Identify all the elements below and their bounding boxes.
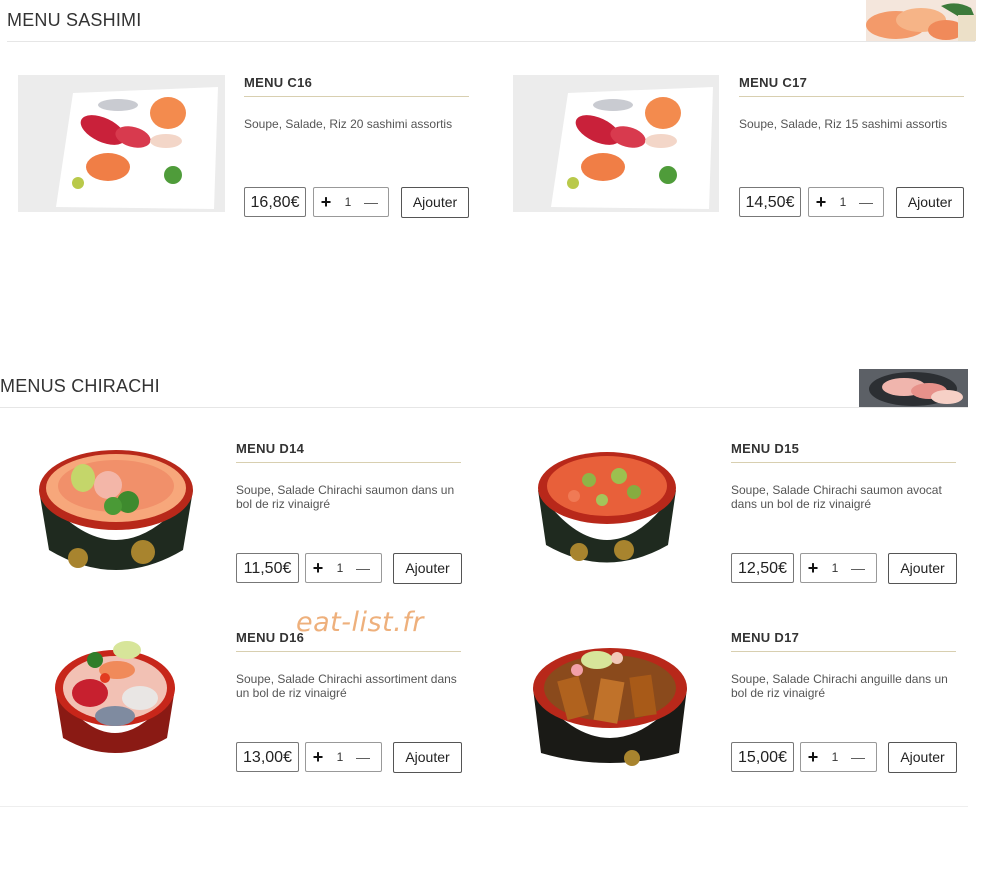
watermark: eat-list.fr: [296, 607, 424, 638]
quantity-stepper: + 1 —: [800, 553, 877, 583]
quantity-stepper: + 1 —: [305, 742, 382, 772]
plus-icon[interactable]: +: [314, 192, 338, 213]
product-name: MENU C16: [244, 75, 469, 97]
quantity-stepper: + 1 —: [800, 742, 877, 772]
add-to-cart-button[interactable]: Ajouter: [888, 553, 957, 584]
quantity-value[interactable]: 1: [330, 561, 350, 575]
product-price: 11,50€: [236, 553, 299, 583]
add-to-cart-button[interactable]: Ajouter: [896, 187, 964, 218]
minus-icon[interactable]: —: [853, 194, 879, 210]
product-image: [23, 440, 209, 580]
product-price: 16,80€: [244, 187, 306, 217]
quantity-value[interactable]: 1: [330, 750, 350, 764]
product-description: Soupe, Salade Chirachi saumon dans un bo…: [236, 483, 455, 511]
add-to-cart-button[interactable]: Ajouter: [888, 742, 957, 773]
section-banner-image: [859, 369, 968, 407]
product-name: MENU D17: [731, 630, 956, 652]
product-name: MENU D14: [236, 441, 461, 463]
plus-icon[interactable]: +: [801, 558, 825, 579]
add-to-cart-button[interactable]: Ajouter: [393, 553, 462, 584]
quantity-stepper: + 1 —: [808, 187, 884, 217]
plus-icon[interactable]: +: [809, 192, 833, 213]
quantity-value[interactable]: 1: [825, 561, 845, 575]
add-to-cart-button[interactable]: Ajouter: [393, 742, 462, 773]
product-description: Soupe, Salade Chirachi saumon avocat dan…: [731, 483, 942, 511]
section-divider: [7, 41, 975, 42]
product-description: Soupe, Salade Chirachi assortiment dans …: [236, 672, 457, 700]
section-title-chirachi: MENUS CHIRACHI: [0, 376, 160, 396]
product-name: MENU C17: [739, 75, 964, 97]
quantity-value[interactable]: 1: [833, 195, 853, 209]
minus-icon[interactable]: —: [350, 560, 376, 576]
product-price: 12,50€: [731, 553, 794, 583]
product-price: 13,00€: [236, 742, 299, 772]
quantity-stepper: + 1 —: [305, 553, 382, 583]
product-description: Soupe, Salade, Riz 15 sashimi assortis: [739, 117, 948, 131]
product-image: [524, 440, 690, 580]
plus-icon[interactable]: +: [306, 558, 330, 579]
quantity-stepper: + 1 —: [313, 187, 389, 217]
product-image: [513, 75, 719, 212]
minus-icon[interactable]: —: [845, 560, 871, 576]
minus-icon[interactable]: —: [358, 194, 384, 210]
product-description: Soupe, Salade Chirachi anguille dans un …: [731, 672, 948, 700]
plus-icon[interactable]: +: [306, 747, 330, 768]
add-to-cart-button[interactable]: Ajouter: [401, 187, 469, 218]
product-image: [517, 628, 703, 770]
product-price: 14,50€: [739, 187, 801, 217]
product-image: [18, 75, 225, 212]
minus-icon[interactable]: —: [350, 749, 376, 765]
section-divider: [0, 806, 968, 807]
product-price: 15,00€: [731, 742, 794, 772]
section-title-sashimi: MENU SASHIMI: [7, 10, 142, 30]
product-name: MENU D15: [731, 441, 956, 463]
section-banner-image: [866, 0, 976, 41]
quantity-value[interactable]: 1: [825, 750, 845, 764]
product-image: [45, 628, 185, 768]
quantity-value[interactable]: 1: [338, 195, 358, 209]
section-divider: [0, 407, 968, 408]
product-description: Soupe, Salade, Riz 20 sashimi assortis: [244, 117, 453, 131]
minus-icon[interactable]: —: [845, 749, 871, 765]
plus-icon[interactable]: +: [801, 747, 825, 768]
